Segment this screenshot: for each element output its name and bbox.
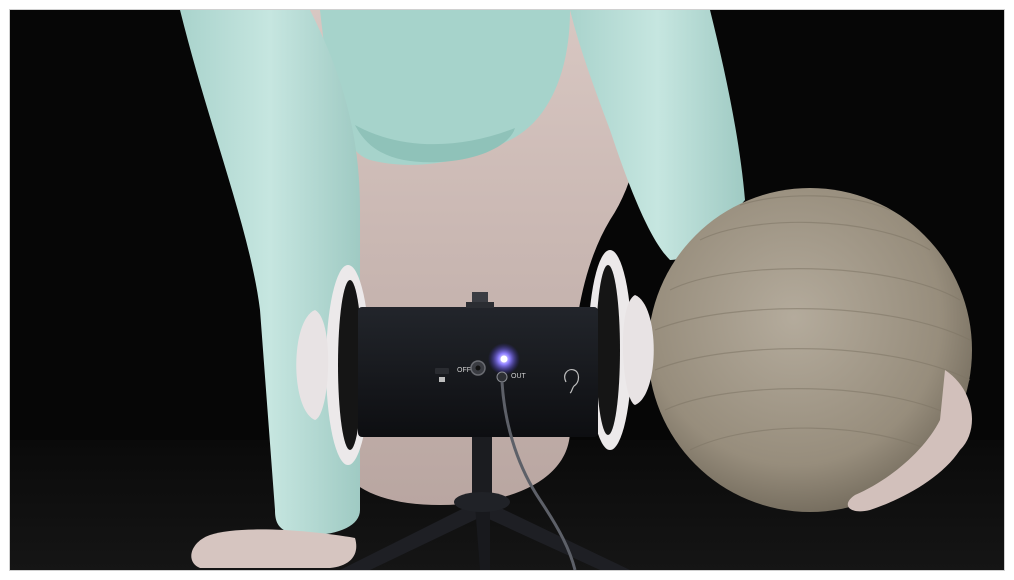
output-jack: [496, 371, 508, 383]
mount-plate: [466, 302, 494, 308]
usb-port: [435, 368, 449, 374]
scene: OFF OUT: [10, 10, 1004, 570]
power-switch-center: [475, 365, 481, 371]
video-frame: OFF OUT: [10, 10, 1004, 570]
left-hand: [191, 529, 357, 568]
led-indicator: [500, 355, 508, 363]
usb-icon: [439, 377, 445, 382]
out-label: OUT: [511, 373, 527, 380]
screenshot-frame: OFF OUT: [0, 0, 1014, 580]
off-label: OFF: [457, 367, 471, 374]
